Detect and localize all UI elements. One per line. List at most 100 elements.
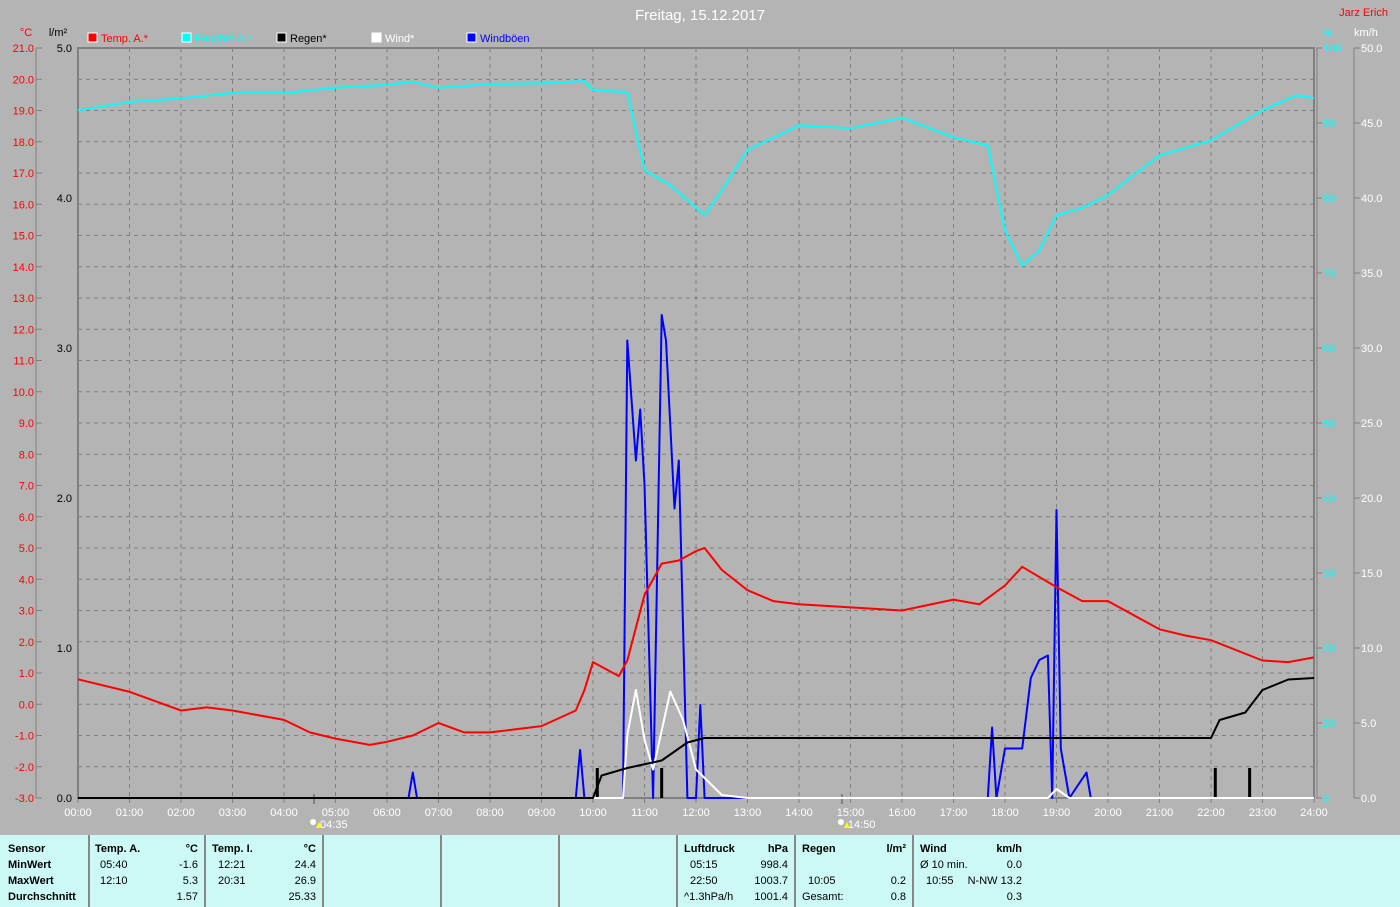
legend-label: Feuchte A.*	[195, 33, 253, 45]
legend-swatch	[276, 32, 287, 43]
sunrise-time: 04:35	[320, 819, 348, 831]
temp-tick-label: 0.0	[19, 699, 34, 711]
cell: 10:05	[808, 875, 836, 887]
temp-tick-label: 16.0	[13, 199, 34, 211]
col-unit: °C	[303, 843, 316, 855]
x-tick-label: 00:00	[64, 807, 92, 819]
legend-label: Regen*	[290, 33, 327, 45]
temp-tick-label: 4.0	[19, 574, 34, 586]
sunrise-icon	[310, 819, 317, 825]
humidity-tick-label: 90	[1323, 118, 1335, 130]
wind-axis-unit: km/h	[1354, 27, 1378, 39]
temp-tick-label: 2.0	[19, 637, 34, 649]
wind-tick-label: 15.0	[1361, 568, 1382, 580]
cell: 0.8	[890, 891, 906, 903]
wind-tick-label: 30.0	[1361, 343, 1382, 355]
humidity-tick-label: 10	[1323, 718, 1335, 730]
temp-tick-label: -3.0	[15, 793, 34, 805]
legend-label: Windböen	[480, 33, 530, 45]
cell: 20:31	[218, 875, 246, 887]
humidity-tick-label: 40	[1323, 493, 1335, 505]
humidity-tick-label: 50	[1323, 418, 1335, 430]
humidity-tick-label: 0	[1323, 793, 1329, 805]
pressure-column: Luftdruck hPa 05:15 998.4 22:50 1003.7 ^1.3…	[678, 835, 796, 907]
rain-tick-label: 1.0	[57, 643, 72, 655]
temp-tick-label: 21.0	[13, 43, 34, 55]
cell: Gesamt:	[802, 891, 844, 903]
wind-tick-label: 10.0	[1361, 643, 1382, 655]
chart-title: Freitag, 15.12.2017	[635, 7, 765, 24]
x-tick-label: 01:00	[116, 807, 144, 819]
temp-tick-label: 12.0	[13, 324, 34, 336]
temp-tick-label: 1.0	[19, 668, 34, 680]
x-tick-label: 12:00	[682, 807, 710, 819]
row-label: MaxWert	[8, 875, 54, 887]
humidity-tick-label: 100	[1323, 43, 1341, 55]
cell: 12:21	[218, 859, 246, 871]
col-unit: °C	[185, 843, 198, 855]
rain-bar	[1248, 768, 1252, 798]
cell: 0.0	[1006, 859, 1022, 871]
temp-tick-label: 9.0	[19, 418, 34, 430]
legend-swatch	[87, 32, 98, 43]
wind-tick-label: 20.0	[1361, 493, 1382, 505]
x-tick-label: 09:00	[528, 807, 556, 819]
x-tick-label: 04:00	[270, 807, 298, 819]
x-tick-label: 07:00	[425, 807, 453, 819]
rain-axis-unit: l/m²	[49, 27, 68, 39]
temp-tick-label: 3.0	[19, 606, 34, 618]
x-tick-label: 22:00	[1197, 807, 1225, 819]
cell: 05:15	[690, 859, 718, 871]
cell: ^1.3hPa/h	[684, 891, 734, 903]
cell: 0.2	[890, 875, 906, 887]
rain-bar	[660, 768, 664, 798]
temp-tick-label: -2.0	[15, 762, 34, 774]
legend-swatch	[181, 32, 192, 43]
col-header: Wind	[920, 843, 947, 855]
weather-chart: Freitag, 15.12.2017 Jarz Erich 00:00 01:00 0…	[13, 7, 1388, 831]
wind-column: Wind km/h Ø 10 min. 0.0 10:55 N-NW 13.2 0.3	[914, 835, 1030, 907]
legend-swatch	[371, 32, 382, 43]
rain-tick-label: 4.0	[57, 193, 72, 205]
col-unit: l/m²	[886, 843, 906, 855]
cell: 10:55	[926, 875, 954, 887]
empty-column	[324, 835, 442, 907]
humidity-tick-label: 80	[1323, 193, 1335, 205]
x-tick-label: 10:00	[579, 807, 607, 819]
humidity-tick-label: 70	[1323, 268, 1335, 280]
rain-tick-label: 5.0	[57, 43, 72, 55]
sunset-time: 14:50	[848, 819, 876, 831]
cell: 1001.4	[754, 891, 788, 903]
humidity-tick-label: 60	[1323, 343, 1335, 355]
temp-tick-label: 7.0	[19, 481, 34, 493]
x-tick-label: 03:00	[219, 807, 247, 819]
x-tick-label: 11:00	[631, 807, 658, 819]
x-tick-label: 05:00	[322, 807, 350, 819]
temp-tick-label: 20.0	[13, 74, 34, 86]
empty-column	[442, 835, 560, 907]
x-tick-label: 13:00	[734, 807, 762, 819]
rain-tick-label: 2.0	[57, 493, 72, 505]
rain-column: Regen l/m² 10:05 0.2 Gesamt: 0.8	[796, 835, 914, 907]
col-header: Luftdruck	[684, 843, 735, 855]
cell: 22:50	[690, 875, 718, 887]
x-tick-label: 17:00	[940, 807, 968, 819]
wind-tick-label: 0.0	[1361, 793, 1376, 805]
temp-tick-label: 10.0	[13, 387, 34, 399]
cell: 998.4	[760, 859, 788, 871]
x-tick-label: 19:00	[1043, 807, 1071, 819]
cell: 26.9	[294, 875, 316, 887]
humidity-tick-label: 20	[1323, 643, 1335, 655]
legend-label: Wind*	[385, 33, 415, 45]
x-tick-label: 23:00	[1249, 807, 1277, 819]
cell: 25.33	[288, 891, 316, 903]
temp-tick-label: 18.0	[13, 137, 34, 149]
col-unit: hPa	[767, 843, 788, 855]
temp-tick-label: 14.0	[13, 262, 34, 274]
x-tick-label: 21:00	[1146, 807, 1174, 819]
temp-tick-label: 15.0	[13, 231, 34, 243]
cell: 1003.7	[754, 875, 788, 887]
x-tick-label: 14:00	[785, 807, 813, 819]
temp-tick-label: 6.0	[19, 512, 34, 524]
sensor-column: Sensor MinWert MaxWert Durchschnitt	[0, 835, 90, 907]
